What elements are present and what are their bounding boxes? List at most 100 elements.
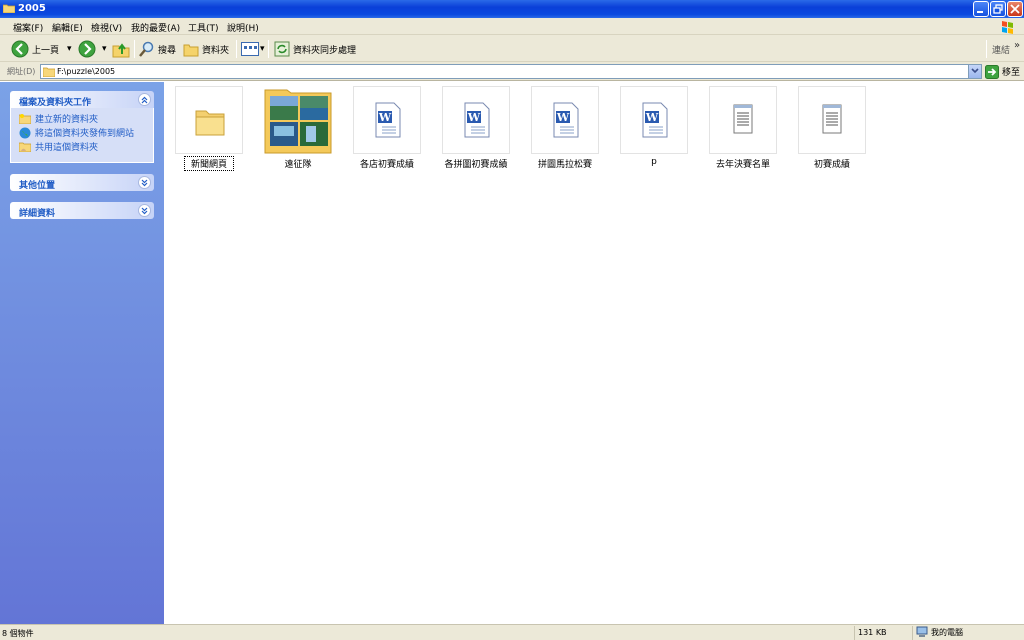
views-button[interactable]: ▾ xyxy=(241,39,265,59)
file-tasks-header[interactable]: 檔案及資料夾工作 xyxy=(10,91,154,108)
menu-view[interactable]: 檢視(V) xyxy=(91,21,122,34)
menu-help[interactable]: 說明(H) xyxy=(227,21,259,34)
file-name: 去年決賽名單 xyxy=(715,160,770,170)
file-list: 新聞網頁 遠征隊 W 各店初賽成績 W 各拼圖初賽成績 W 拼圖馬拉松賽 W p… xyxy=(164,82,1024,624)
minimize-icon xyxy=(977,11,983,13)
address-bar: 網址(D) F:\puzzle\2005 移至 xyxy=(0,62,1024,81)
folder-icon xyxy=(175,86,243,154)
toolbar-separator xyxy=(986,40,987,58)
menu-tools[interactable]: 工具(T) xyxy=(188,21,219,34)
expand-icon[interactable] xyxy=(138,204,151,217)
file-name: p xyxy=(651,157,657,167)
status-size: 131 KB xyxy=(858,628,887,637)
forward-button[interactable]: ▾ xyxy=(78,39,107,59)
expand-icon[interactable] xyxy=(138,176,151,189)
menu-favorites[interactable]: 我的最愛(A) xyxy=(131,21,180,34)
file-name: 各店初賽成績 xyxy=(359,160,414,170)
status-divider xyxy=(912,626,913,640)
views-icon xyxy=(241,42,259,56)
globe-icon xyxy=(19,127,31,138)
status-location: 我的電腦 xyxy=(916,626,963,638)
file-name: 新聞網頁 xyxy=(184,156,234,171)
new-folder-icon xyxy=(19,114,31,124)
toolbar-separator xyxy=(236,40,237,58)
views-dropdown-icon[interactable]: ▾ xyxy=(260,44,265,54)
collapse-icon[interactable] xyxy=(138,93,151,106)
go-button[interactable]: 移至 xyxy=(985,64,1020,79)
address-dropdown-button[interactable] xyxy=(968,65,981,78)
chevron-down-icon xyxy=(971,68,979,74)
folder-sync-button[interactable]: 資料夾同步處理 xyxy=(274,39,356,59)
folders-label: 資料夾 xyxy=(202,45,230,56)
task-publish-web[interactable]: 將這個資料夾發佈到網站 xyxy=(19,126,134,139)
close-icon xyxy=(1010,4,1020,14)
word-document-icon: W xyxy=(442,86,510,154)
search-label: 搜尋 xyxy=(158,45,177,56)
svg-text:W: W xyxy=(556,111,570,124)
notepad-icon xyxy=(709,86,777,154)
status-divider xyxy=(854,626,855,640)
folder-icon xyxy=(3,4,15,13)
restore-icon xyxy=(993,4,1003,14)
window-title: 2005 xyxy=(18,3,46,14)
notepad-icon xyxy=(798,86,866,154)
other-places-title: 其他位置 xyxy=(19,181,56,191)
up-folder-icon xyxy=(112,43,130,58)
word-document-icon: W xyxy=(353,86,421,154)
svg-text:W: W xyxy=(467,111,481,124)
up-folder-button[interactable] xyxy=(112,39,130,59)
search-button[interactable]: 搜尋 xyxy=(139,39,176,59)
word-document-icon: W xyxy=(620,86,688,154)
toolbar-separator xyxy=(134,40,135,58)
address-path: F:\puzzle\2005 xyxy=(57,67,116,76)
minimize-button[interactable] xyxy=(973,1,989,17)
status-item-count: 8 個物件 xyxy=(2,629,34,638)
go-arrow-icon xyxy=(985,64,999,79)
file-name: 遠征隊 xyxy=(284,160,312,170)
back-dropdown-icon[interactable]: ▾ xyxy=(67,44,72,54)
toolbar: 上一頁 ▾ ▾ 搜尋 資料夾 ▾ 資料夾同步處理 連結 » xyxy=(0,35,1024,62)
file-tasks-title: 檔案及資料夾工作 xyxy=(19,98,92,108)
sync-icon xyxy=(274,41,290,57)
address-input[interactable]: F:\puzzle\2005 xyxy=(40,64,982,79)
other-places-header[interactable]: 其他位置 xyxy=(10,174,154,191)
address-label: 網址(D) xyxy=(7,67,36,76)
svg-text:W: W xyxy=(378,111,392,124)
title-bar: 2005 xyxy=(0,0,1024,18)
maximize-button[interactable] xyxy=(990,1,1006,17)
search-icon xyxy=(139,41,154,57)
forward-dropdown-icon[interactable]: ▾ xyxy=(102,44,107,54)
links-label[interactable]: 連結 xyxy=(992,43,1010,56)
folder-icon xyxy=(43,67,55,77)
folders-button[interactable]: 資料夾 xyxy=(183,39,229,59)
details-title: 詳細資料 xyxy=(19,209,56,219)
sync-label: 資料夾同步處理 xyxy=(293,45,357,56)
details-header[interactable]: 詳細資料 xyxy=(10,202,154,219)
windows-logo-icon xyxy=(1002,21,1013,34)
forward-arrow-icon xyxy=(78,40,96,58)
file-tasks-panel: 建立新的資料夾 將這個資料夾發佈到網站 共用這個資料夾 xyxy=(10,108,154,163)
word-document-icon: W xyxy=(531,86,599,154)
links-chevron-icon[interactable]: » xyxy=(1014,40,1020,51)
photo-folder-icon xyxy=(264,86,332,154)
menu-file[interactable]: 檔案(F) xyxy=(13,21,43,34)
status-bar: 8 個物件 131 KB 我的電腦 xyxy=(0,624,1024,640)
task-new-folder[interactable]: 建立新的資料夾 xyxy=(19,112,98,125)
go-label: 移至 xyxy=(1002,68,1021,78)
back-label: 上一頁 xyxy=(32,45,60,56)
back-button[interactable]: 上一頁 ▾ xyxy=(11,39,72,59)
task-share-folder[interactable]: 共用這個資料夾 xyxy=(19,140,98,153)
svg-text:W: W xyxy=(645,111,659,124)
menu-bar: 檔案(F) 編輯(E) 檢視(V) 我的最愛(A) 工具(T) 說明(H) xyxy=(0,18,1024,35)
close-button[interactable] xyxy=(1007,1,1023,17)
file-name: 各拼圖初賽成績 xyxy=(444,160,508,170)
file-name: 初賽成績 xyxy=(813,160,850,170)
menu-edit[interactable]: 編輯(E) xyxy=(52,21,83,34)
toolbar-separator xyxy=(268,40,269,58)
computer-icon xyxy=(916,626,928,637)
file-name: 拼圖馬拉松賽 xyxy=(537,160,592,170)
folders-icon xyxy=(183,44,199,57)
back-arrow-icon xyxy=(11,40,29,58)
task-pane: 檔案及資料夾工作 建立新的資料夾 將這個資料夾發佈到網站 共用這個資料夾 其他位… xyxy=(0,82,164,624)
share-folder-icon xyxy=(19,142,31,152)
